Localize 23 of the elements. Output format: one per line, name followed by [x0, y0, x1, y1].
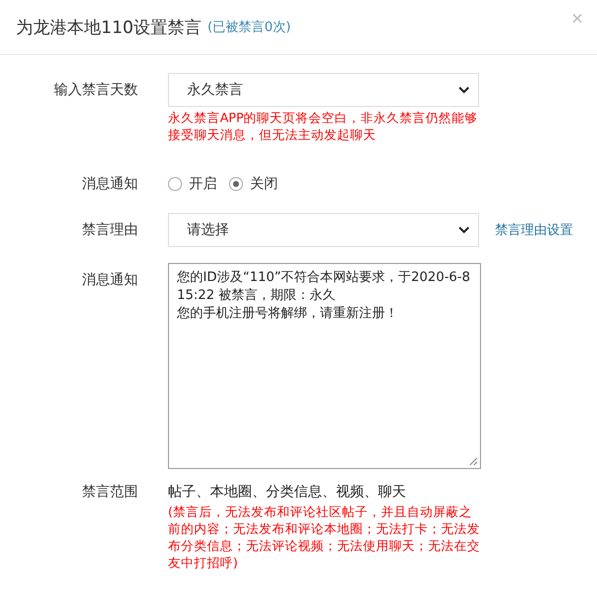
radio-label[interactable]: 关闭 — [250, 175, 278, 193]
scope-text: 帖子、本地圈、分类信息、视频、聊天 — [168, 483, 407, 501]
ban-count-note: (已被禁言0次) — [207, 19, 291, 36]
select-field[interactable]: 永久禁言 — [168, 73, 479, 107]
dialog-title: 为龙港本地110设置禁言 — [16, 16, 202, 38]
message-textarea[interactable]: 您的ID涉及“110”不符合本网站要求，于2020-6-8 15:22 被禁言，期限：永久 您的手机注册号将解绑，请重新注册！ — [168, 263, 481, 469]
field-label: 输入禁言天数 — [53, 81, 138, 100]
field-label: 禁言范围 — [81, 483, 138, 502]
select-field[interactable]: 请选择 — [168, 213, 479, 247]
field-label: 消息通知 — [81, 175, 138, 194]
field-label: 禁言理由 — [81, 221, 138, 240]
resize-grip-icon — [469, 457, 478, 466]
field-label: 消息通知 — [81, 271, 138, 290]
chevron-down-icon — [458, 86, 470, 94]
message-line: 您的ID涉及“110”不符合本网站要求，于2020-6-8 15:22 被禁言，期限：永久 — [177, 269, 472, 305]
reason-settings-link[interactable]: 禁言理由设置 — [495, 221, 573, 239]
radio-label[interactable]: 开启 — [189, 175, 217, 193]
warning-text: (禁言后，无法发布和评论社区帖子，并且自动屏蔽之前的内容；无法发布和评论本地圈；无法打卡；无法发布分类信息；无法评论视频；无法使用聊天；无法在交友中打招呼) — [168, 503, 481, 571]
warning-text: 永久禁言APP的聊天页将会空白，非永久禁言仍然能够接受聊天消息，但无法主动发起聊天 — [168, 109, 479, 143]
message-line: 您的手机注册号将解绑，请重新注册！ — [177, 305, 399, 323]
chevron-down-icon — [458, 226, 470, 234]
radio-button[interactable] — [168, 177, 182, 191]
radio-button[interactable] — [229, 177, 243, 191]
